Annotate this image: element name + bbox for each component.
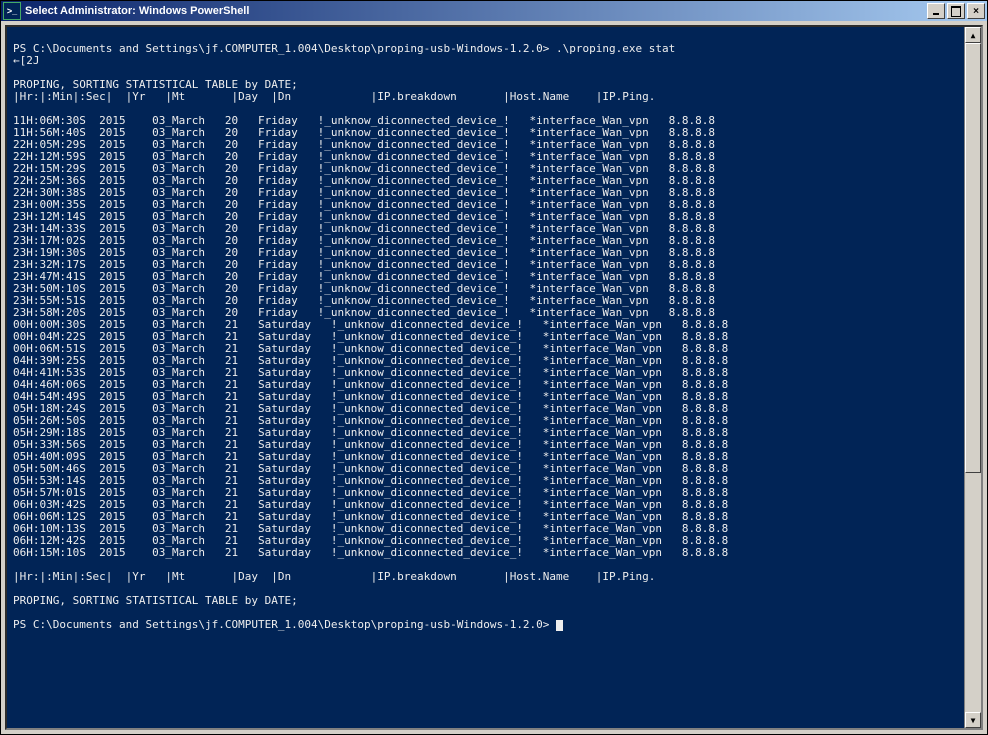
close-button[interactable]: × xyxy=(967,3,985,19)
terminal-client-area: PS C:\Documents and Settings\jf.COMPUTER… xyxy=(5,25,983,730)
titlebar[interactable]: >_ Select Administrator: Windows PowerSh… xyxy=(1,1,987,21)
window-title: Select Administrator: Windows PowerShell xyxy=(25,5,925,17)
terminal-output[interactable]: PS C:\Documents and Settings\jf.COMPUTER… xyxy=(13,31,961,724)
powershell-icon: >_ xyxy=(3,2,21,20)
scroll-thumb[interactable] xyxy=(965,43,981,473)
minimize-button[interactable] xyxy=(927,3,945,19)
scroll-up-button[interactable]: ▲ xyxy=(965,27,981,43)
maximize-button[interactable] xyxy=(947,3,965,19)
cursor xyxy=(556,620,563,631)
scroll-down-button[interactable]: ▼ xyxy=(965,712,981,728)
powershell-window: >_ Select Administrator: Windows PowerSh… xyxy=(0,0,988,735)
vertical-scrollbar[interactable]: ▲ ▼ xyxy=(964,27,981,728)
